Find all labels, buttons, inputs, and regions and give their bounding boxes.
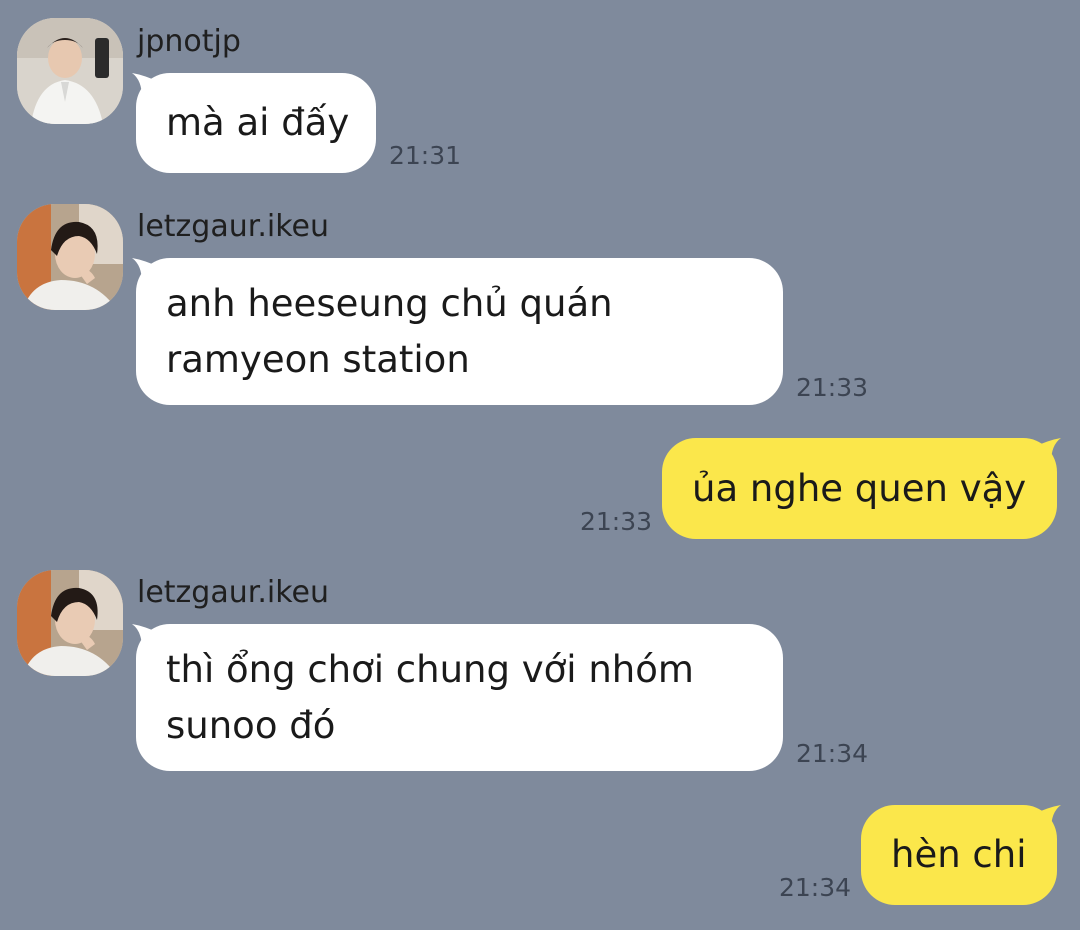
message-text: mà ai đấy	[166, 101, 350, 144]
bubble-tail	[132, 73, 159, 98]
message-body: anh heeseung chủ quán ramyeon station	[166, 276, 613, 388]
message-text-line: thì ổng chơi chung với nhóm	[166, 647, 694, 691]
profile-photo-icon	[17, 18, 123, 124]
message-timestamp: 21:33	[580, 507, 653, 536]
message-timestamp: 21:31	[389, 141, 462, 170]
message-bubble-incoming[interactable]: anh heeseung chủ quán ramyeon station	[136, 258, 783, 405]
bubble-tail	[132, 624, 159, 649]
message-bubble-incoming[interactable]: mà ai đấy	[136, 73, 376, 173]
bubble-tail	[1034, 438, 1061, 463]
message-bubble-outgoing[interactable]: ủa nghe quen vậy	[662, 438, 1057, 539]
message-bubble-incoming[interactable]: thì ổng chơi chung với nhóm sunoo đó	[136, 624, 783, 771]
bubble-tail	[132, 258, 159, 283]
message-text-line: sunoo đó	[166, 703, 336, 747]
message-timestamp: 21:34	[779, 873, 852, 902]
avatar-jpnotjp[interactable]	[17, 18, 123, 124]
message-timestamp: 21:34	[796, 739, 869, 768]
avatar-letzgaur-ikeu[interactable]	[17, 204, 123, 310]
message-text: hèn chi	[891, 833, 1027, 876]
message-timestamp: 21:33	[796, 373, 869, 402]
profile-photo-icon	[17, 570, 123, 676]
message-bubble-outgoing[interactable]: hèn chi	[861, 805, 1057, 905]
message-body: thì ổng chơi chung với nhóm sunoo đó	[166, 642, 694, 754]
bubble-tail	[1034, 805, 1061, 830]
message-text-line: ramyeon station	[166, 337, 470, 381]
sender-name: jpnotjp	[137, 24, 241, 59]
message-text-line: anh heeseung chủ quán	[166, 281, 613, 325]
chat-message-list[interactable]: jpnotjp mà ai đấy 21:31 letzgaur.ikeu an…	[0, 0, 1080, 930]
message-text: ủa nghe quen vậy	[692, 466, 1027, 510]
sender-name: letzgaur.ikeu	[137, 575, 329, 610]
avatar-letzgaur-ikeu[interactable]	[17, 570, 123, 676]
sender-name: letzgaur.ikeu	[137, 209, 329, 244]
profile-photo-icon	[17, 204, 123, 310]
